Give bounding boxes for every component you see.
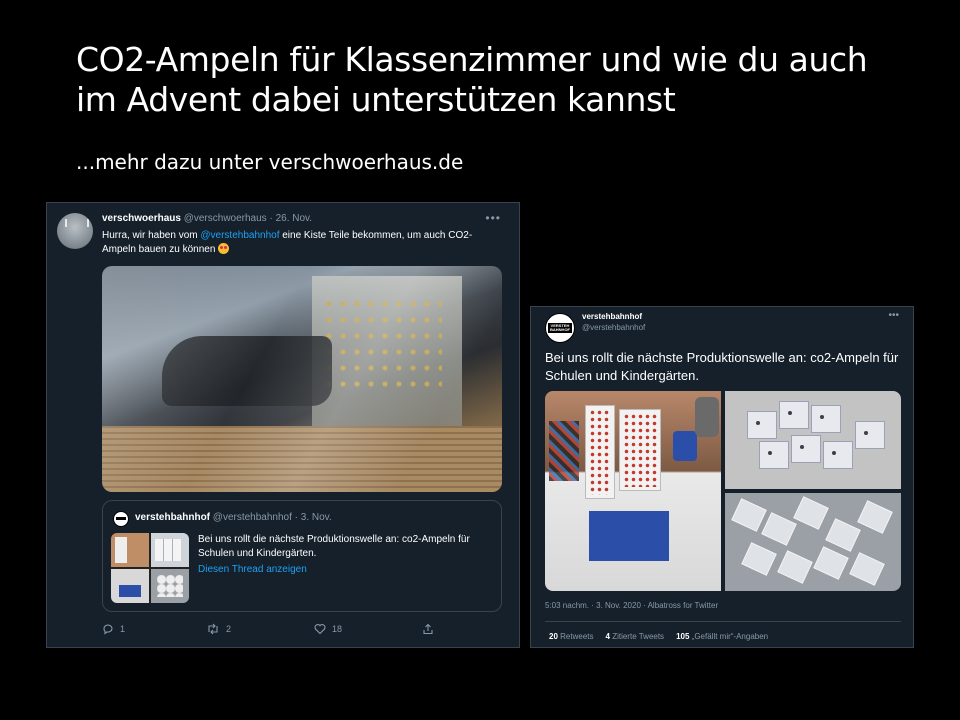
tweet-photo-workbench[interactable] — [545, 391, 721, 591]
tweet-text: Bei uns rollt die nächste Produktionswel… — [545, 350, 899, 383]
retweet-button[interactable]: 2 — [206, 623, 231, 635]
more-options-icon[interactable]: ••• — [888, 310, 899, 321]
slide-title-line1: CO2-Ampeln für Klassenzimmer und wie du … — [76, 40, 868, 79]
tweet-date[interactable]: · 26. Nov. — [269, 213, 312, 224]
author-name[interactable]: verstehbahnhof — [582, 312, 642, 321]
heart-eyes-emoji-icon — [218, 243, 230, 254]
retweets-label: Retweets — [560, 632, 594, 641]
quotes-label: Zitierte Tweets — [612, 632, 665, 641]
tweet-meta[interactable]: 5:03 nachm. · 3. Nov. 2020 · Albatross f… — [545, 601, 718, 610]
quoted-author-name: verstehbahnhof — [135, 512, 211, 523]
tweet-photo-cases[interactable] — [725, 391, 901, 489]
quoted-thumbnail — [111, 533, 189, 603]
reply-button[interactable]: 1 — [102, 623, 125, 635]
tweet-photo[interactable] — [102, 266, 502, 492]
tweet-header: verschwoerhaus @verschwoerhaus · 26. Nov… — [102, 213, 312, 224]
tweet-text: Hurra, wir haben vom @verstehbahnhof ein… — [102, 229, 502, 257]
quoted-avatar — [113, 511, 129, 527]
retweets-count: 20 — [549, 632, 558, 641]
retweet-count: 2 — [226, 624, 232, 634]
tweet-photo-grid — [545, 391, 901, 591]
tweet-verschwoerhaus[interactable]: verschwoerhaus @verschwoerhaus · 26. Nov… — [46, 202, 520, 648]
retweets-stat[interactable]: 20 Retweets — [549, 632, 594, 641]
tweet-text-start: Hurra, wir haben vom — [102, 230, 201, 241]
author-handle[interactable]: @verschwoerhaus — [184, 213, 267, 224]
quoted-text: Bei uns rollt die nächste Produktionswel… — [198, 534, 470, 559]
quotes-stat[interactable]: 4 Zitierte Tweets — [606, 632, 665, 641]
avatar[interactable]: VERSTEH BAHNHOF — [545, 313, 575, 343]
slide-title: CO2-Ampeln für Klassenzimmer und wie du … — [76, 40, 916, 120]
mention-link[interactable]: @verstehbahnhof — [200, 230, 279, 241]
more-options-icon[interactable]: ••• — [485, 211, 501, 225]
likes-stat[interactable]: 105 „Gefällt mir“-Angaben — [676, 632, 768, 641]
author-handle[interactable]: @verstehbahnhof — [582, 323, 645, 332]
heart-icon — [314, 624, 326, 635]
likes-label: „Gefällt mir“-Angaben — [691, 632, 769, 641]
author-name[interactable]: verschwoerhaus — [102, 213, 181, 224]
tweet-verstehbahnhof[interactable]: VERSTEH BAHNHOF verstehbahnhof @verstehb… — [530, 306, 914, 648]
reply-icon — [103, 624, 113, 635]
quoted-header: verstehbahnhof @verstehbahnhof · 3. Nov. — [135, 512, 332, 523]
like-button[interactable]: 18 — [314, 623, 342, 635]
likes-count: 105 — [676, 632, 690, 641]
divider — [545, 621, 901, 622]
avatar[interactable] — [57, 213, 93, 249]
share-button[interactable] — [422, 623, 434, 635]
tweet-stats: 20 Retweets 4 Zitierte Tweets 105 „Gefäl… — [549, 632, 768, 641]
show-thread-link[interactable]: Diesen Thread anzeigen — [198, 564, 307, 575]
quoted-tweet[interactable]: verstehbahnhof @verstehbahnhof · 3. Nov.… — [102, 500, 502, 612]
quotes-count: 4 — [605, 632, 610, 641]
avatar-logo-text: VERSTEH BAHNHOF — [550, 323, 570, 332]
retweet-icon — [208, 623, 218, 635]
tweet-photo-parts[interactable] — [725, 493, 901, 591]
like-count: 18 — [332, 624, 343, 634]
slide-subtitle: ...mehr dazu unter verschwoerhaus.de — [76, 150, 464, 174]
tweet-actions: 1 2 18 — [102, 623, 502, 639]
quoted-date: · 3. Nov. — [294, 512, 332, 523]
quoted-author-handle: @verstehbahnhof — [212, 512, 292, 523]
share-icon — [423, 623, 433, 635]
reply-count: 1 — [120, 624, 126, 634]
slide-title-line2: im Advent dabei unterstützen kannst — [76, 80, 676, 119]
